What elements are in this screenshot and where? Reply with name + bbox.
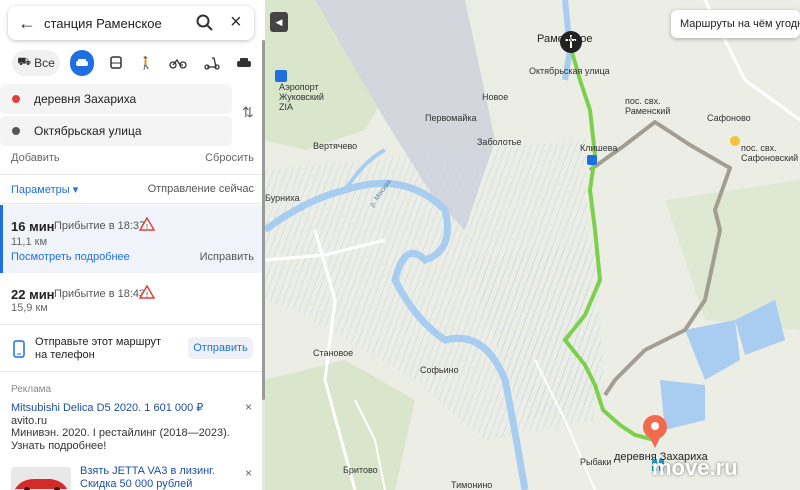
transport-modes: ⛟ Все 🚶 <box>8 50 258 76</box>
route-time: 22 мин <box>11 287 55 302</box>
map-label-safonovsky: пос. свх. Сафоновский <box>741 143 799 163</box>
map-label-sofino: Софьино <box>420 365 459 375</box>
view-details-link[interactable]: Посмотреть подробнее <box>11 251 130 263</box>
route-option-2[interactable]: 22 мин Прибытие в 18:43 ! 15,9 км <box>0 278 262 320</box>
map-label-klishcheva: Клишева <box>580 143 618 153</box>
divider <box>0 371 262 372</box>
map-label-vertyachevo: Вертячево <box>313 141 358 151</box>
search-icon[interactable] <box>196 14 214 32</box>
selected-indicator <box>0 205 3 273</box>
start-dot-icon <box>12 95 20 103</box>
mode-all-button[interactable]: ⛟ Все <box>12 50 60 76</box>
brand-watermark: move.ru <box>652 455 738 480</box>
send-button[interactable]: Отправить <box>188 337 253 359</box>
route-arrival: Прибытие в 18:37 <box>54 220 146 232</box>
map-label-ramenskoe: Раменское <box>537 33 593 45</box>
ad-car-image[interactable] <box>11 467 71 490</box>
ad-label: Реклама <box>11 384 52 395</box>
phone-icon <box>13 340 25 358</box>
edit-route-link[interactable]: Исправить <box>200 251 254 263</box>
to-point-text[interactable]: Октябрьская улица <box>34 124 142 138</box>
ad-text: Минивэн. 2020. I рестайлинг (2018—2023).… <box>11 427 230 452</box>
from-point-text[interactable]: деревня Захариха <box>34 92 136 106</box>
mode-bike-button[interactable] <box>168 50 188 76</box>
reset-link[interactable]: Сбросить <box>205 152 254 164</box>
scooter-icon <box>204 57 220 70</box>
route-arrival: Прибытие в 18:43 <box>54 288 146 300</box>
taxi-icon <box>237 58 251 67</box>
map-label-pervomayka: Первомайка <box>425 113 477 123</box>
map-label-rybaki: Рыбаки <box>580 457 612 467</box>
map-label-timonino: Тимонино <box>451 480 493 490</box>
walk-icon: 🚶 <box>138 56 154 70</box>
map-label-britovo: Бритово <box>343 465 378 475</box>
bike-icon <box>169 58 187 69</box>
map-label-zabolotye: Заболотье <box>477 137 522 147</box>
mode-walk-button[interactable]: 🚶 <box>136 50 156 76</box>
to-point-field[interactable]: Октябрьская улица <box>0 116 232 146</box>
back-arrow-icon[interactable]: ← <box>18 13 36 34</box>
divider <box>0 174 262 175</box>
ad-close-icon[interactable]: × <box>245 400 252 414</box>
swap-points-icon[interactable]: ⇅ <box>242 104 254 121</box>
route-time: 16 мин <box>11 219 55 234</box>
map-label-airport: Аэропорт Жуковский ZIA <box>279 82 324 112</box>
ad-host[interactable]: avito.ru <box>11 415 47 427</box>
map-label-safonovo: Сафоново <box>707 113 751 123</box>
map-label-novoe: Новое <box>482 92 509 102</box>
routes-anything-button[interactable]: Маршруты на чём угодно <box>671 10 800 38</box>
mode-transit-button[interactable] <box>106 50 126 76</box>
close-icon[interactable]: × <box>230 11 242 34</box>
map-label-ramensky: пос. свх. Раменский <box>625 96 671 116</box>
departure-option[interactable]: Отправление сейчас <box>148 183 254 195</box>
add-point-link[interactable]: Добавить <box>11 152 60 164</box>
map-label-burnikha: Бурнихa <box>265 193 300 203</box>
search-box[interactable]: ← станция Раменское × <box>8 6 254 40</box>
bus-icon <box>110 56 122 69</box>
mode-all-label: Все <box>34 56 55 70</box>
point-actions: Добавить Сбросить <box>11 152 254 164</box>
route-distance: 11,1 км <box>11 236 48 248</box>
search-query[interactable]: станция Раменское <box>44 16 162 31</box>
bus-car-icon: ⛟ <box>17 56 32 68</box>
ad2-title-link[interactable]: Взять JETTA VA3 в лизинг. Скидка 50 000 … <box>80 465 250 490</box>
collapse-panel-button[interactable]: ◀ <box>270 12 288 32</box>
ad-title-link[interactable]: Mitsubishi Delica D5 2020. 1 601 000 ₽ <box>11 401 203 414</box>
map-label-stanovoe: Становое <box>313 348 354 358</box>
end-dot-icon <box>12 127 20 135</box>
road-warning-icon: ! <box>139 217 155 231</box>
divider <box>0 324 262 325</box>
route-panel: ← станция Раменское × ⛟ Все 🚶 деревня За… <box>0 0 262 490</box>
params-dropdown[interactable]: Параметры ▾ <box>11 183 78 196</box>
divider <box>0 203 262 204</box>
map-canvas[interactable]: Раменское Октябрьская улица Аэропорт Жук… <box>265 0 800 490</box>
from-point-field[interactable]: деревня Захариха <box>0 84 232 114</box>
mode-scooter-button[interactable] <box>202 50 222 76</box>
road-warning-icon: ! <box>139 285 155 299</box>
svg-text:!: ! <box>146 223 149 231</box>
car-icon <box>76 59 88 66</box>
svg-text:!: ! <box>146 291 149 299</box>
route-option-1[interactable]: 16 мин Прибытие в 18:37 ! 11,1 км Посмот… <box>0 205 262 273</box>
map-label-oktyabrskaya: Октябрьская улица <box>529 66 610 76</box>
ad-close-icon[interactable]: × <box>245 466 252 480</box>
send-to-phone-text: Отправьте этот маршрут на телефон <box>35 336 162 361</box>
mode-car-button[interactable] <box>70 50 94 76</box>
route-distance: 15,9 км <box>11 302 48 314</box>
mode-taxi-button[interactable] <box>234 50 254 76</box>
